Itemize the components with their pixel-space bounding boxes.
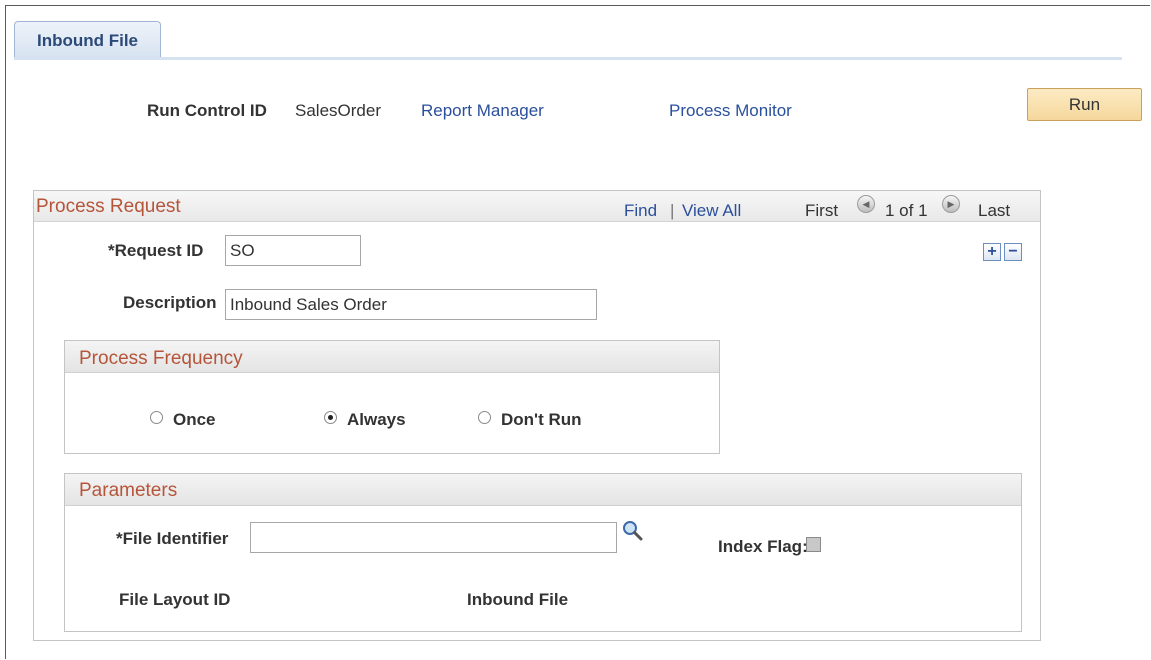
parameters-box: Parameters *File Identifier Index Flag: … (64, 473, 1022, 632)
process-frequency-header: Process Frequency (65, 341, 719, 373)
radio-dont-run-label: Don't Run (501, 410, 582, 429)
minus-icon[interactable]: − (1004, 243, 1022, 261)
arrow-left-icon[interactable]: ◀ (857, 195, 875, 213)
process-monitor-link[interactable]: Process Monitor (669, 101, 792, 121)
last-label: Last (978, 201, 1011, 220)
request-id-label: *Request ID (108, 241, 204, 260)
find-link[interactable]: Find (624, 201, 657, 221)
first-label: First (805, 201, 839, 220)
report-manager-link[interactable]: Report Manager (421, 101, 544, 121)
parameters-title: Parameters (79, 480, 178, 501)
arrow-right-icon[interactable]: ▶ (942, 195, 960, 213)
run-button-label: Run (1068, 94, 1101, 114)
process-request-header: Process Request Find | View All First ◀ … (34, 191, 1040, 222)
row-position: 1 of 1 (885, 201, 928, 220)
plus-icon[interactable]: + (983, 243, 1001, 261)
radio-always-label: Always (347, 410, 406, 429)
process-request-title: Process Request (36, 196, 181, 217)
request-id-input[interactable] (225, 235, 361, 266)
tab-inbound-file[interactable]: Inbound File (14, 21, 161, 59)
run-control-label: Run Control ID (147, 101, 267, 120)
inbound-file-label: Inbound File (467, 590, 569, 609)
view-all-link[interactable]: View All (682, 201, 741, 221)
run-control-value: SalesOrder (295, 101, 381, 120)
description-input[interactable] (225, 289, 597, 320)
index-flag-label: Index Flag: (718, 537, 808, 556)
magnifier-icon[interactable] (622, 520, 644, 542)
run-button[interactable]: Run (1027, 88, 1142, 121)
radio-always[interactable] (324, 411, 337, 424)
parameters-header: Parameters (65, 474, 1021, 506)
nav-separator: | (670, 201, 675, 220)
process-frequency-box: Process Frequency Once Always Don't Run (64, 340, 720, 454)
radio-dont-run[interactable] (478, 411, 491, 424)
file-layout-id-label: File Layout ID (119, 590, 231, 609)
process-frequency-title: Process Frequency (79, 348, 243, 369)
tab-underline (14, 57, 1122, 60)
file-identifier-input[interactable] (250, 522, 617, 553)
file-identifier-label: *File Identifier (116, 529, 229, 548)
radio-once-label: Once (173, 410, 216, 429)
process-request-panel: Process Request Find | View All First ◀ … (33, 190, 1041, 641)
tab-label: Inbound File (36, 30, 139, 50)
description-label: Description (123, 293, 217, 312)
radio-once[interactable] (150, 411, 163, 424)
index-flag-checkbox[interactable] (806, 537, 821, 552)
